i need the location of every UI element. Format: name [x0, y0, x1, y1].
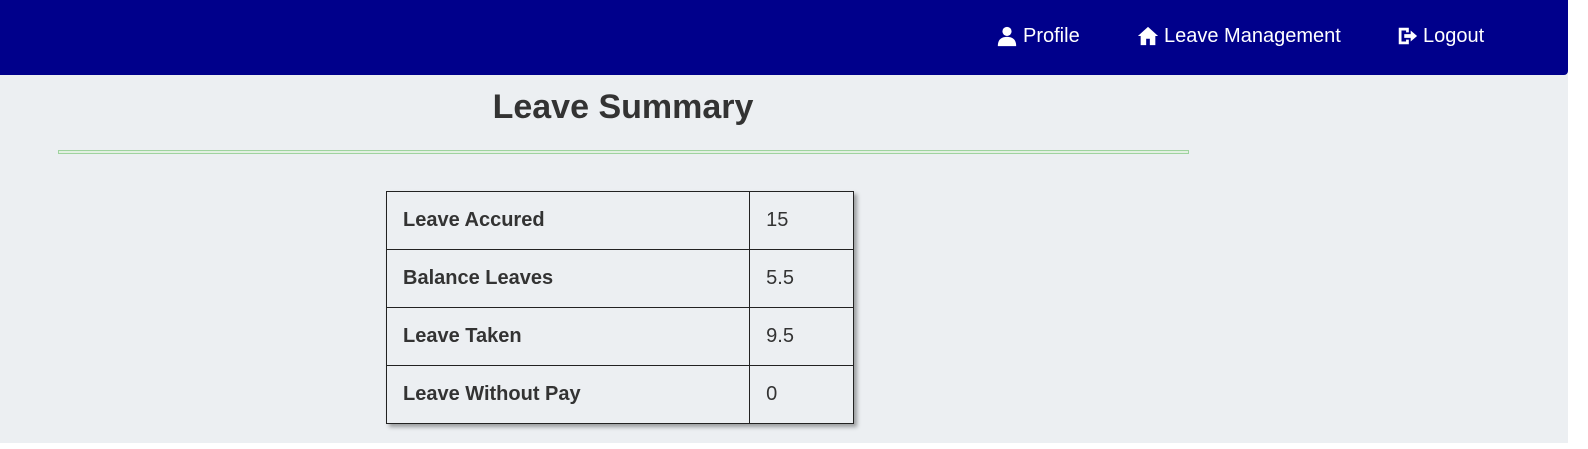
top-navbar: Profile Leave Management Logout — [0, 0, 1568, 75]
nav-leave-management-label: Leave Management — [1164, 24, 1341, 47]
row-value: 5.5 — [749, 249, 854, 308]
nav-logout-link[interactable]: Logout — [1396, 22, 1484, 50]
row-label: Balance Leaves — [385, 249, 751, 308]
row-value: 15 — [749, 191, 854, 250]
nav-profile-link[interactable]: Profile — [996, 22, 1080, 50]
nav-profile-label: Profile — [1023, 24, 1080, 47]
user-icon — [996, 25, 1018, 47]
page-background: Profile Leave Management Logout Leave Su… — [0, 0, 1568, 443]
leave-summary-table: Leave Accured 15 Balance Leaves 5.5 Leav… — [385, 191, 854, 424]
table-row: Leave Without Pay 0 — [385, 365, 854, 424]
home-icon — [1137, 25, 1159, 47]
row-value: 9.5 — [749, 307, 854, 366]
row-label: Leave Accured — [385, 191, 751, 250]
page-title: Leave Summary — [492, 88, 754, 126]
nav-logout-label: Logout — [1423, 24, 1485, 47]
table-row: Leave Taken 9.5 — [385, 307, 854, 366]
row-label: Leave Taken — [385, 307, 751, 366]
nav-leave-management-link[interactable]: Leave Management — [1137, 22, 1341, 50]
table-row: Balance Leaves 5.5 — [385, 249, 854, 308]
row-value: 0 — [749, 365, 854, 424]
row-label: Leave Without Pay — [385, 365, 751, 424]
table-row: Leave Accured 15 — [385, 191, 854, 250]
title-divider — [58, 150, 1189, 154]
logout-icon — [1396, 25, 1418, 47]
